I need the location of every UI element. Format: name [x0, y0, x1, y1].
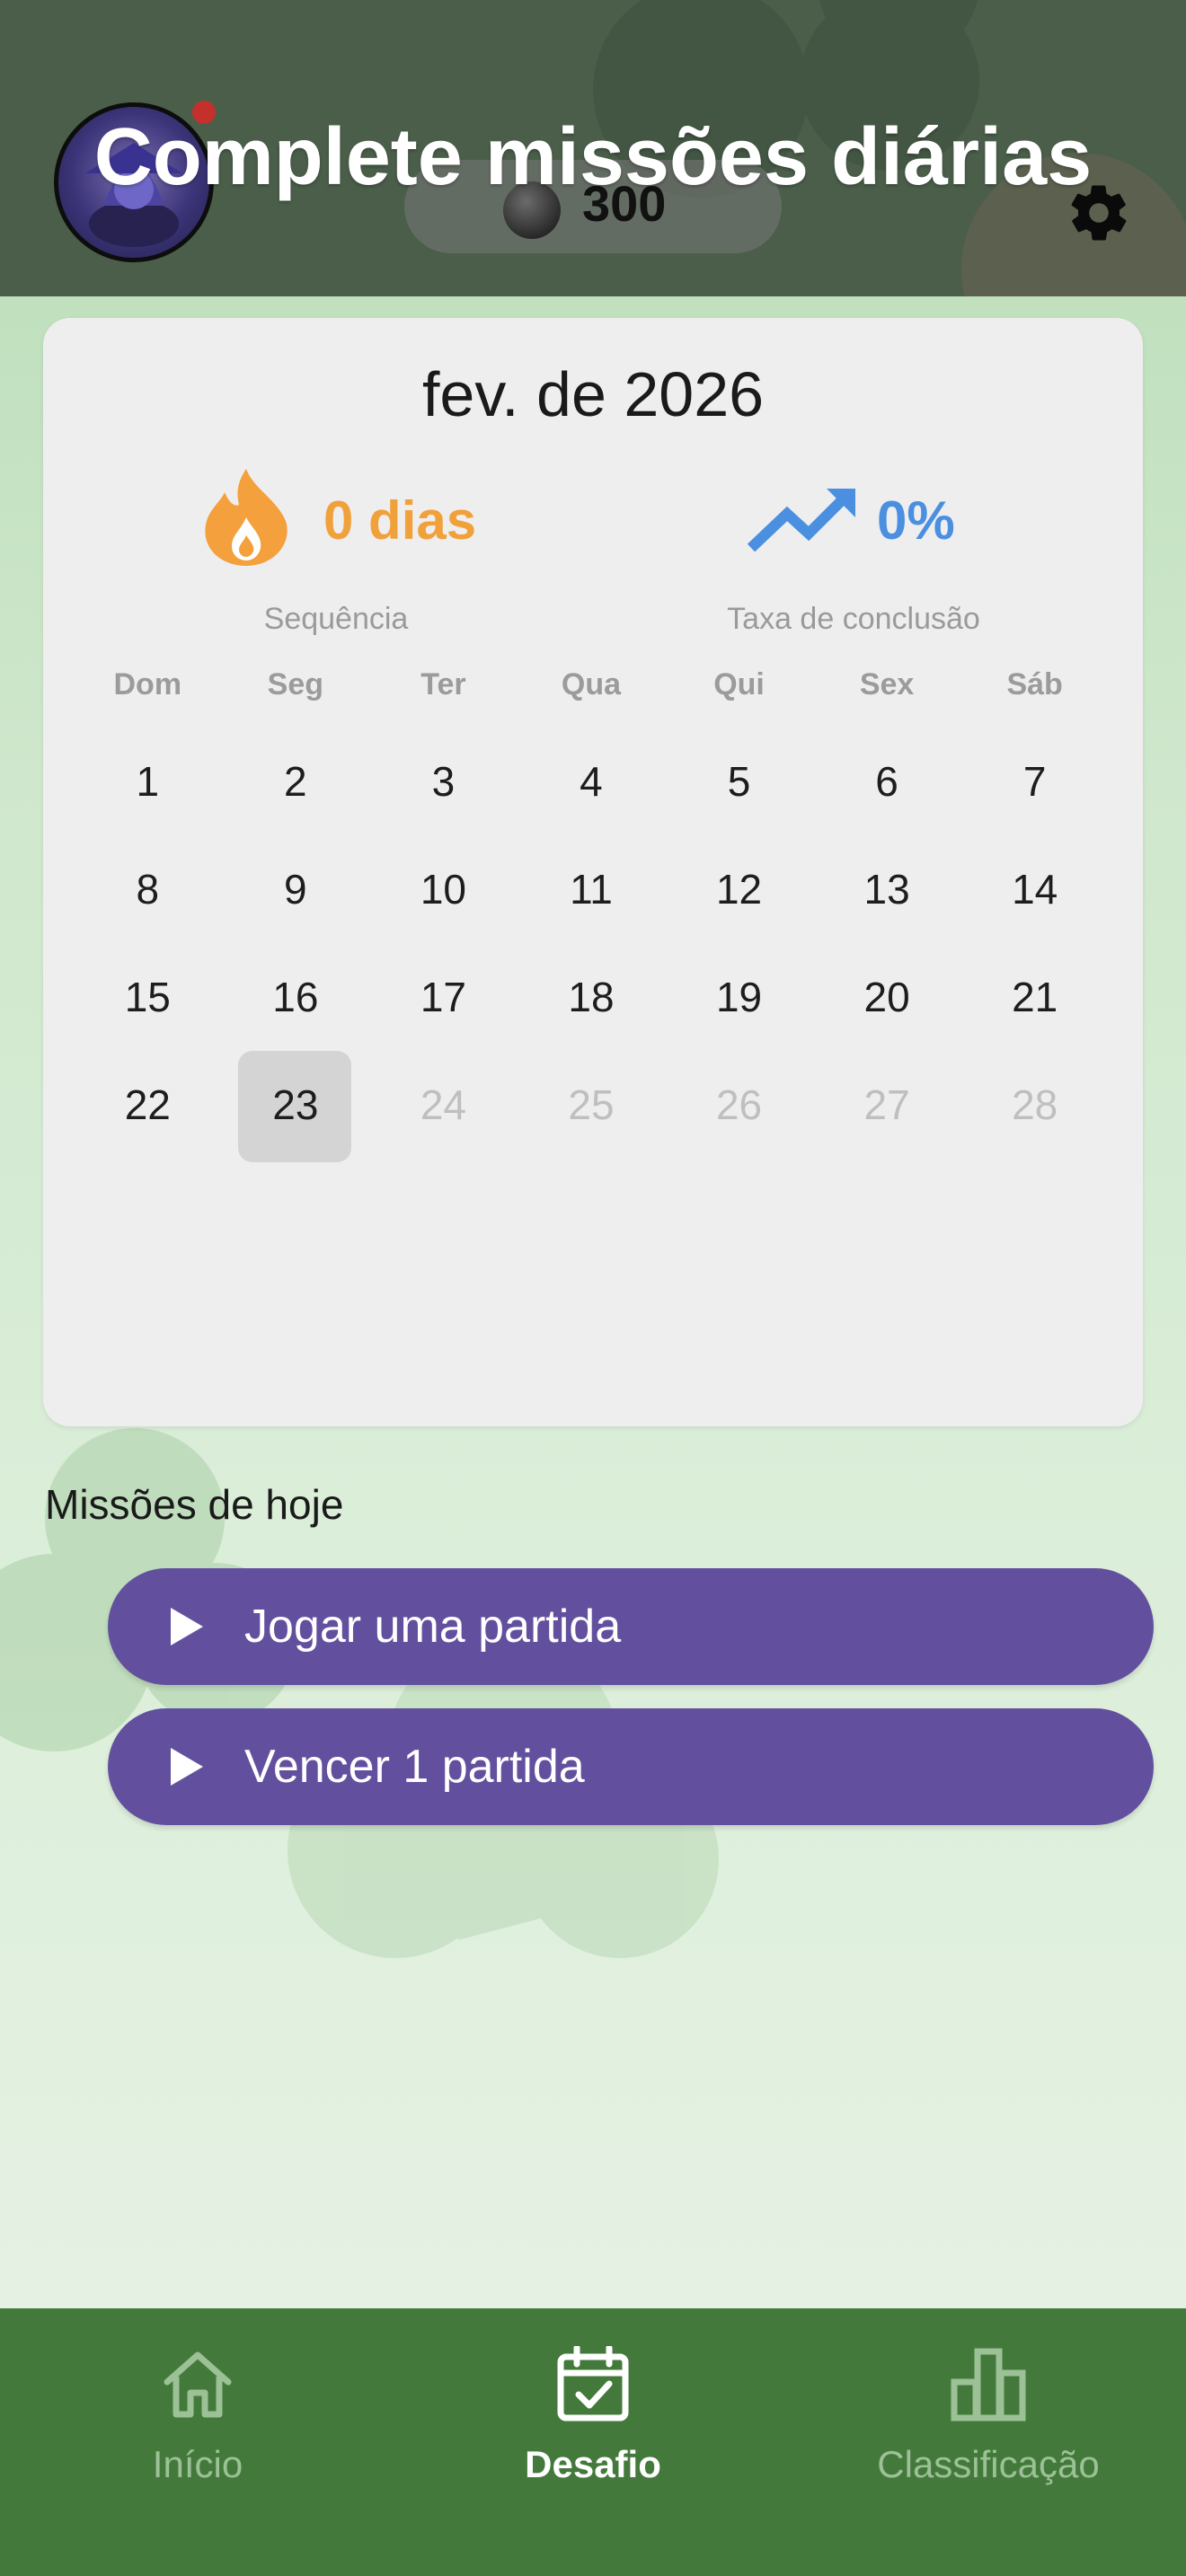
- gear-icon[interactable]: [1066, 180, 1132, 246]
- weekday-label: Seg: [267, 667, 324, 701]
- calendar-day[interactable]: 1: [74, 728, 222, 835]
- calendar-day[interactable]: 10: [369, 835, 518, 943]
- calendar-day[interactable]: 20: [813, 943, 961, 1051]
- calendar-day[interactable]: 7: [960, 728, 1109, 835]
- calendar-day[interactable]: 2: [222, 728, 370, 835]
- calendar-month-label: fev. de 2026: [421, 359, 765, 429]
- weekday-label: Sáb: [1006, 667, 1063, 701]
- mission-label: Jogar uma partida: [244, 1601, 622, 1653]
- completion-rate-value: 0%: [877, 490, 955, 551]
- calendar-check-icon: [557, 2346, 629, 2422]
- calendar-week-row: 1 2 3 4 5 6 7: [74, 728, 1109, 835]
- mission-button-win-match[interactable]: Vencer 1 partida: [108, 1708, 1154, 1825]
- nav-label-home: Início: [152, 2443, 243, 2485]
- weekday-label: Sex: [859, 667, 915, 701]
- streak-label: Sequência: [263, 602, 409, 636]
- calendar-day-future: 24: [420, 1081, 466, 1128]
- streak-value: 0 dias: [323, 490, 477, 551]
- calendar-day[interactable]: 3: [369, 728, 518, 835]
- home-icon: [164, 2351, 232, 2418]
- calendar-day[interactable]: 16: [222, 943, 370, 1051]
- nav-item-ranking[interactable]: Classificação: [791, 2335, 1186, 2515]
- calendar-day[interactable]: 11: [518, 835, 666, 943]
- mission-button-play-match[interactable]: Jogar uma partida: [108, 1568, 1154, 1685]
- nav-label-ranking: Classificação: [877, 2443, 1100, 2485]
- page-title: Complete missões diárias: [93, 112, 1093, 202]
- calendar-day[interactable]: 19: [665, 943, 813, 1051]
- calendar-day-today[interactable]: 23: [222, 1051, 370, 1162]
- calendar-day[interactable]: 6: [813, 728, 961, 835]
- calendar-day[interactable]: 12: [665, 835, 813, 943]
- trend-icon: [747, 489, 855, 552]
- calendar-day-future: 26: [715, 1081, 763, 1128]
- weekday-label: Ter: [420, 667, 466, 701]
- calendar-day-future: 25: [568, 1081, 615, 1128]
- missions-section-title: Missões de hoje: [45, 1481, 344, 1528]
- play-icon: [171, 1608, 203, 1645]
- nav-item-challenge[interactable]: Desafio: [395, 2335, 791, 2515]
- calendar-week-row: 15 16 17 18 19 20 21: [74, 943, 1109, 1051]
- completion-rate-label: Taxa de conclusão: [727, 602, 980, 636]
- calendar-day[interactable]: 14: [960, 835, 1109, 943]
- play-icon: [171, 1748, 203, 1786]
- calendar-day[interactable]: 22: [74, 1051, 222, 1159]
- weekday-label: Qui: [713, 667, 765, 701]
- mission-label: Vencer 1 partida: [244, 1741, 585, 1793]
- calendar-day[interactable]: 18: [518, 943, 666, 1051]
- calendar-day[interactable]: 5: [665, 728, 813, 835]
- nav-label-challenge: Desafio: [525, 2443, 661, 2485]
- calendar-day[interactable]: 4: [518, 728, 666, 835]
- weekday-label: Qua: [561, 667, 622, 701]
- bar-chart-icon: [951, 2348, 1026, 2422]
- calendar-week-row: 22 23 24 25 26 27 28: [74, 1051, 1109, 1162]
- calendar-day[interactable]: 13: [813, 835, 961, 943]
- nav-item-home[interactable]: Início: [0, 2335, 395, 2515]
- calendar-day[interactable]: 17: [369, 943, 518, 1051]
- flame-icon: [205, 469, 288, 566]
- calendar-day[interactable]: 8: [74, 835, 222, 943]
- weekday-label: Dom: [113, 667, 182, 701]
- calendar-week-row: 8 9 10 11 12 13 14: [74, 835, 1109, 943]
- weekday-header: Dom Seg Ter Qua Qui Sex Sáb: [74, 665, 1109, 704]
- calendar-day-future: 28: [1012, 1081, 1058, 1128]
- calendar-day[interactable]: 21: [960, 943, 1109, 1051]
- calendar-day[interactable]: 15: [74, 943, 222, 1051]
- calendar-day-future: 27: [863, 1081, 910, 1128]
- calendar-day[interactable]: 9: [222, 835, 370, 943]
